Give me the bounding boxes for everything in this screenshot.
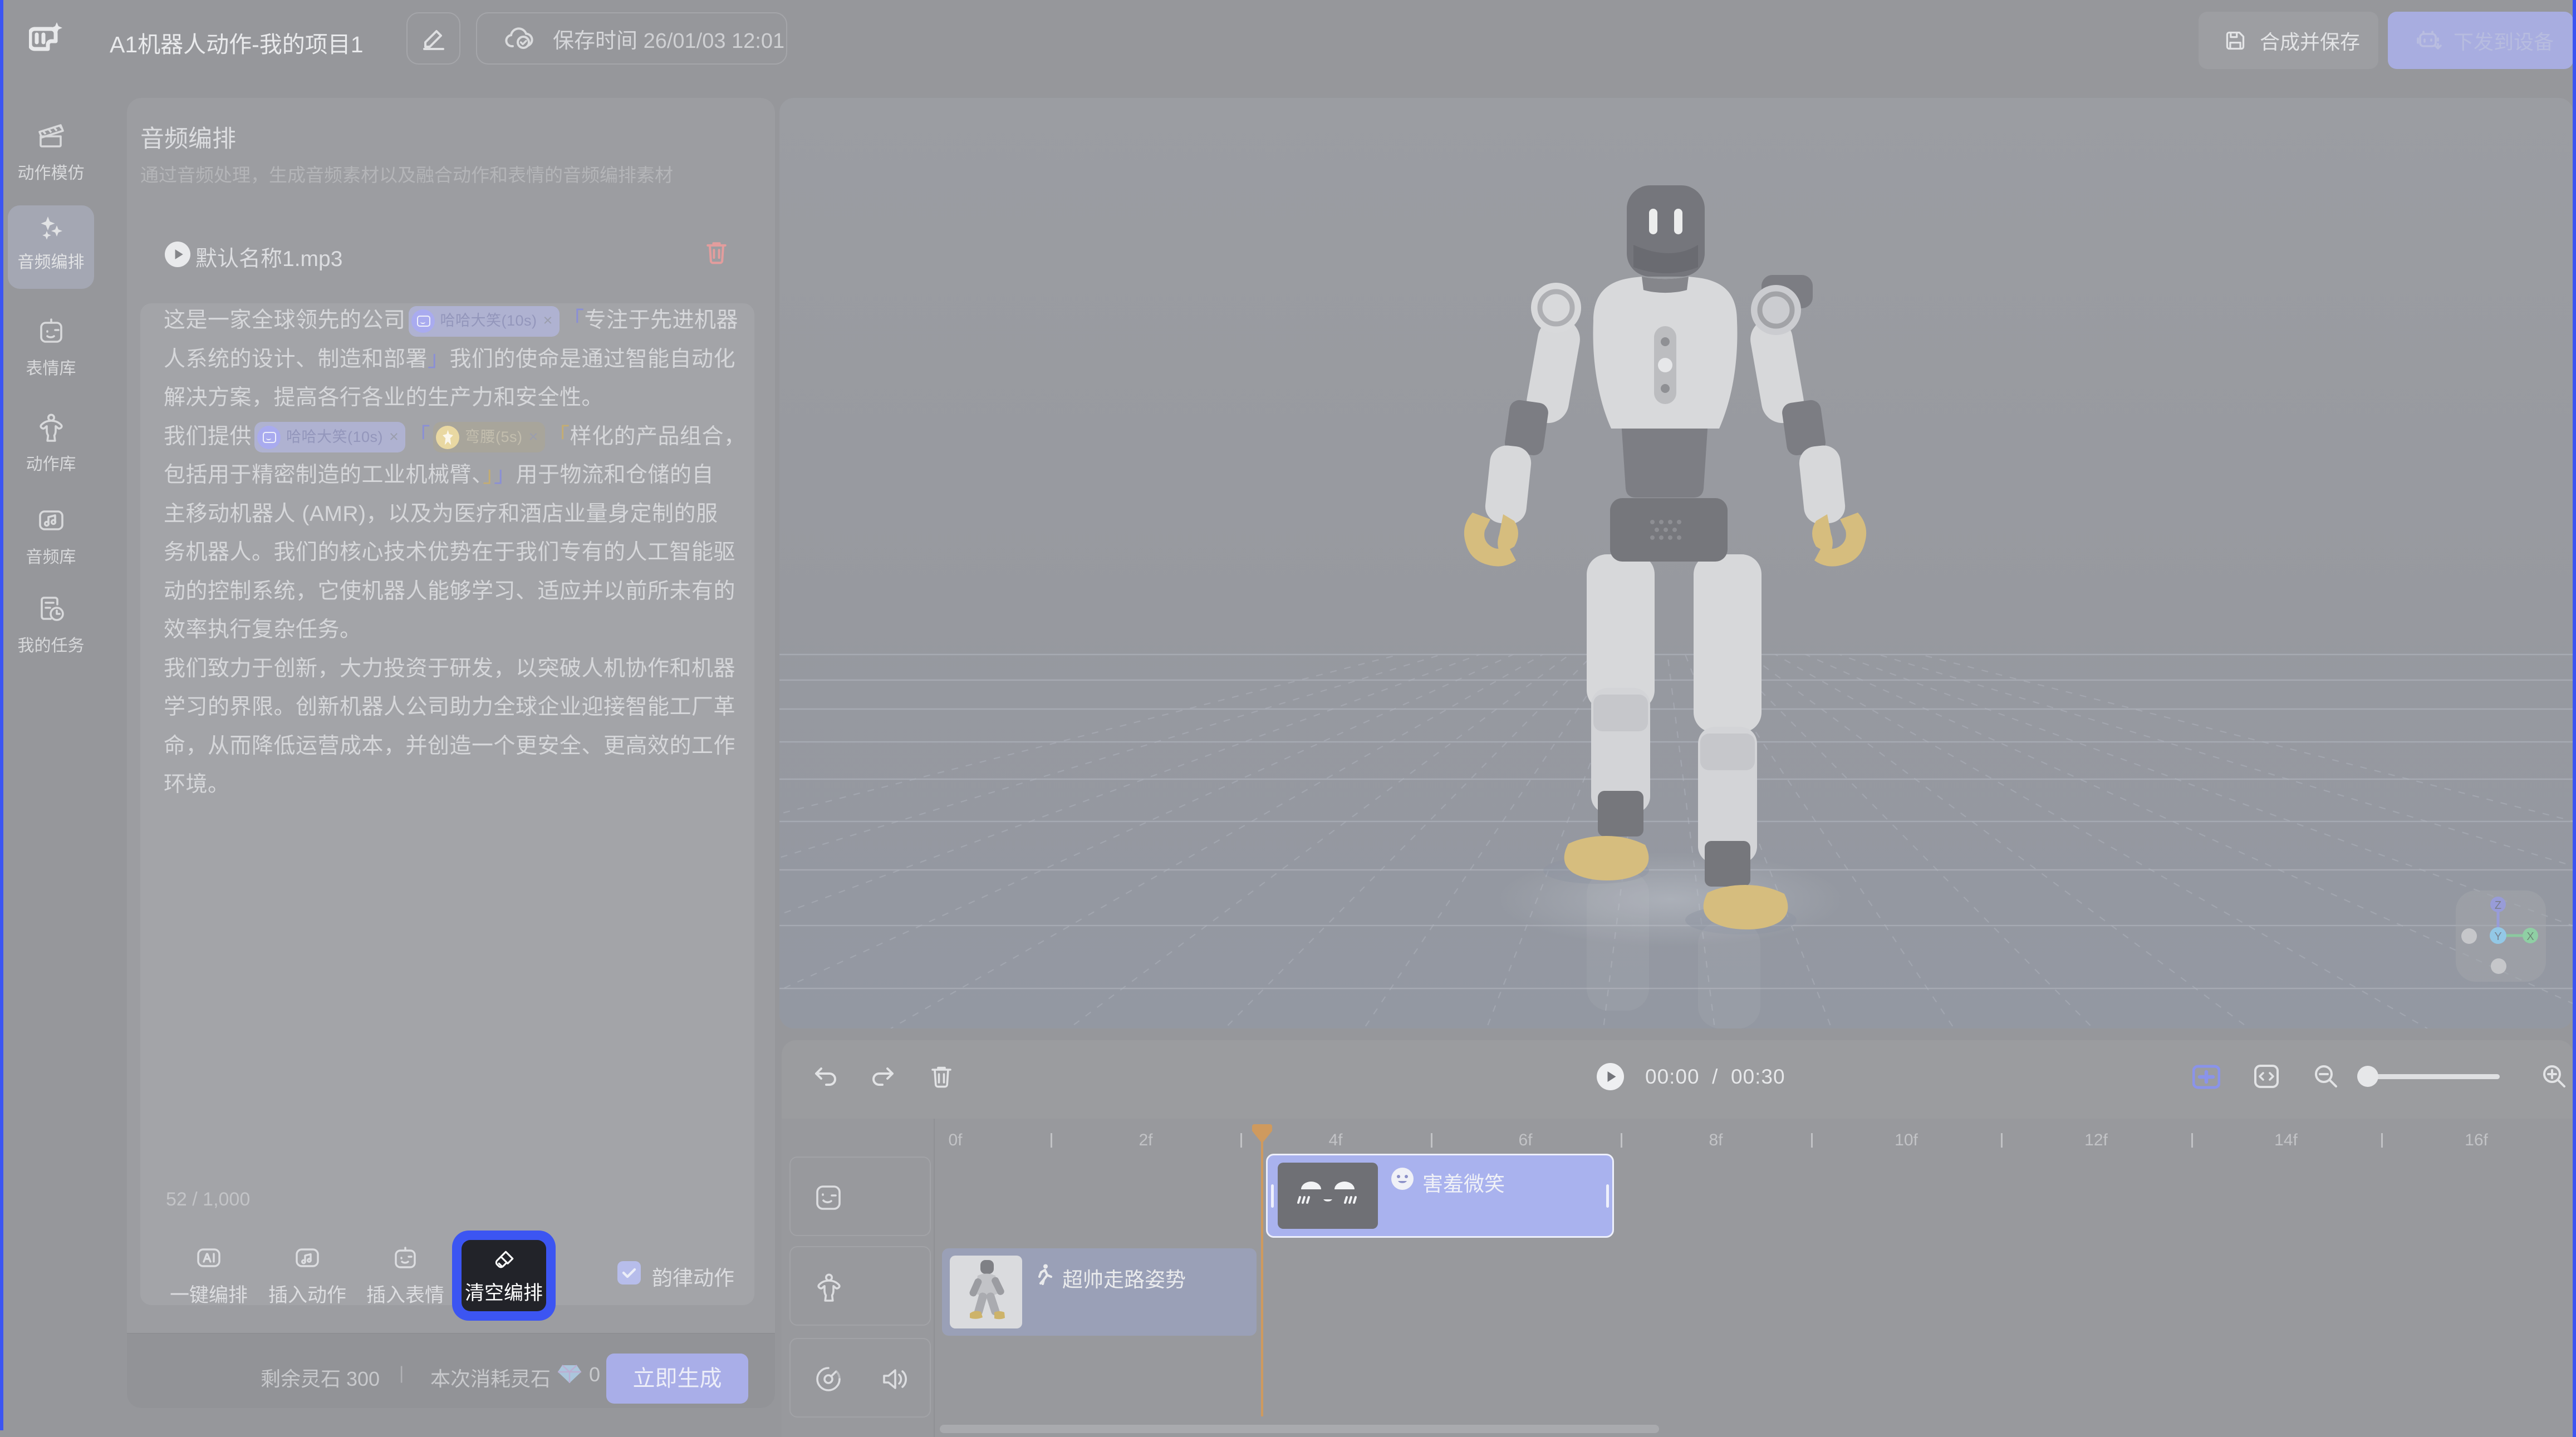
svg-text:Y: Y	[2494, 931, 2501, 943]
svg-text:X: X	[2526, 931, 2534, 943]
svg-text:Z: Z	[2495, 899, 2501, 912]
